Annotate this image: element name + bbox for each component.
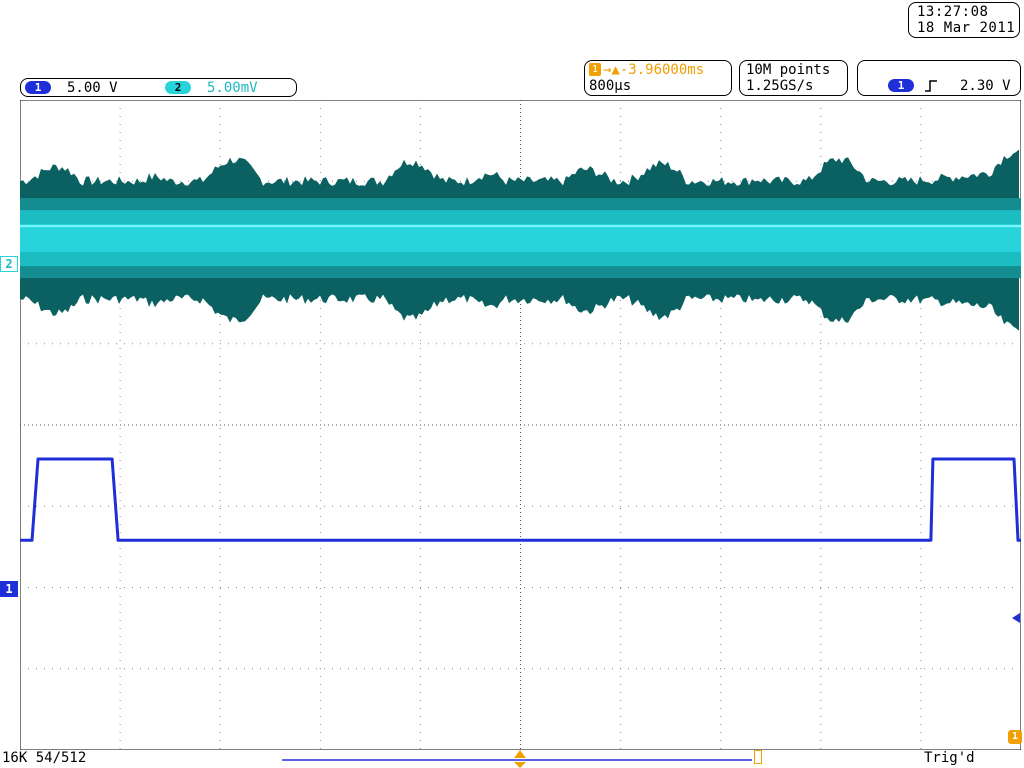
channel-scale-bar[interactable]: 1 5.00 V 2 5.00mV	[20, 78, 297, 97]
waveform-display[interactable]	[20, 100, 1021, 750]
channel-2-badge[interactable]: 2	[165, 81, 191, 94]
waveform-count: 16K 54/512	[2, 750, 87, 766]
horizontal-marker-icon: 1	[589, 63, 601, 76]
datetime-display: 13:27:08 18 Mar 2011	[908, 2, 1020, 38]
channel-1-scale: 5.00 V	[67, 80, 118, 96]
record-length: 10M points	[746, 62, 831, 78]
time-readout: 13:27:08	[917, 4, 989, 20]
trigger-level: 2.30 V	[960, 78, 1011, 94]
channel-2-scale: 5.00mV	[207, 80, 258, 96]
channel-2-ground-marker[interactable]: 2	[0, 256, 18, 272]
acquisition-settings[interactable]: 10M points 1.25GS/s	[739, 60, 848, 96]
trigger-level-arrow-icon[interactable]	[1010, 612, 1022, 624]
trigger-position-marker[interactable]: 1	[1008, 730, 1022, 744]
timebase: 800μs	[589, 78, 632, 94]
channel-2-band-core	[20, 224, 1021, 253]
horizontal-settings[interactable]: 1 →▲-3.96000ms 800μs	[584, 60, 732, 96]
channel-1-badge[interactable]: 1	[25, 81, 51, 94]
time-reference-marker[interactable]	[754, 750, 762, 764]
channel-1-ground-marker[interactable]: 1	[0, 581, 18, 597]
horizontal-delay: →▲-3.96000ms	[603, 62, 705, 78]
record-view-bar[interactable]	[280, 750, 760, 768]
trigger-status: Trig'd	[924, 750, 975, 766]
trigger-settings[interactable]: 1 2.30 V	[857, 60, 1021, 96]
trigger-source-badge: 1	[888, 79, 914, 92]
sample-rate: 1.25GS/s	[746, 78, 814, 94]
date-readout: 18 Mar 2011	[917, 20, 1016, 36]
rising-edge-icon	[925, 80, 937, 92]
